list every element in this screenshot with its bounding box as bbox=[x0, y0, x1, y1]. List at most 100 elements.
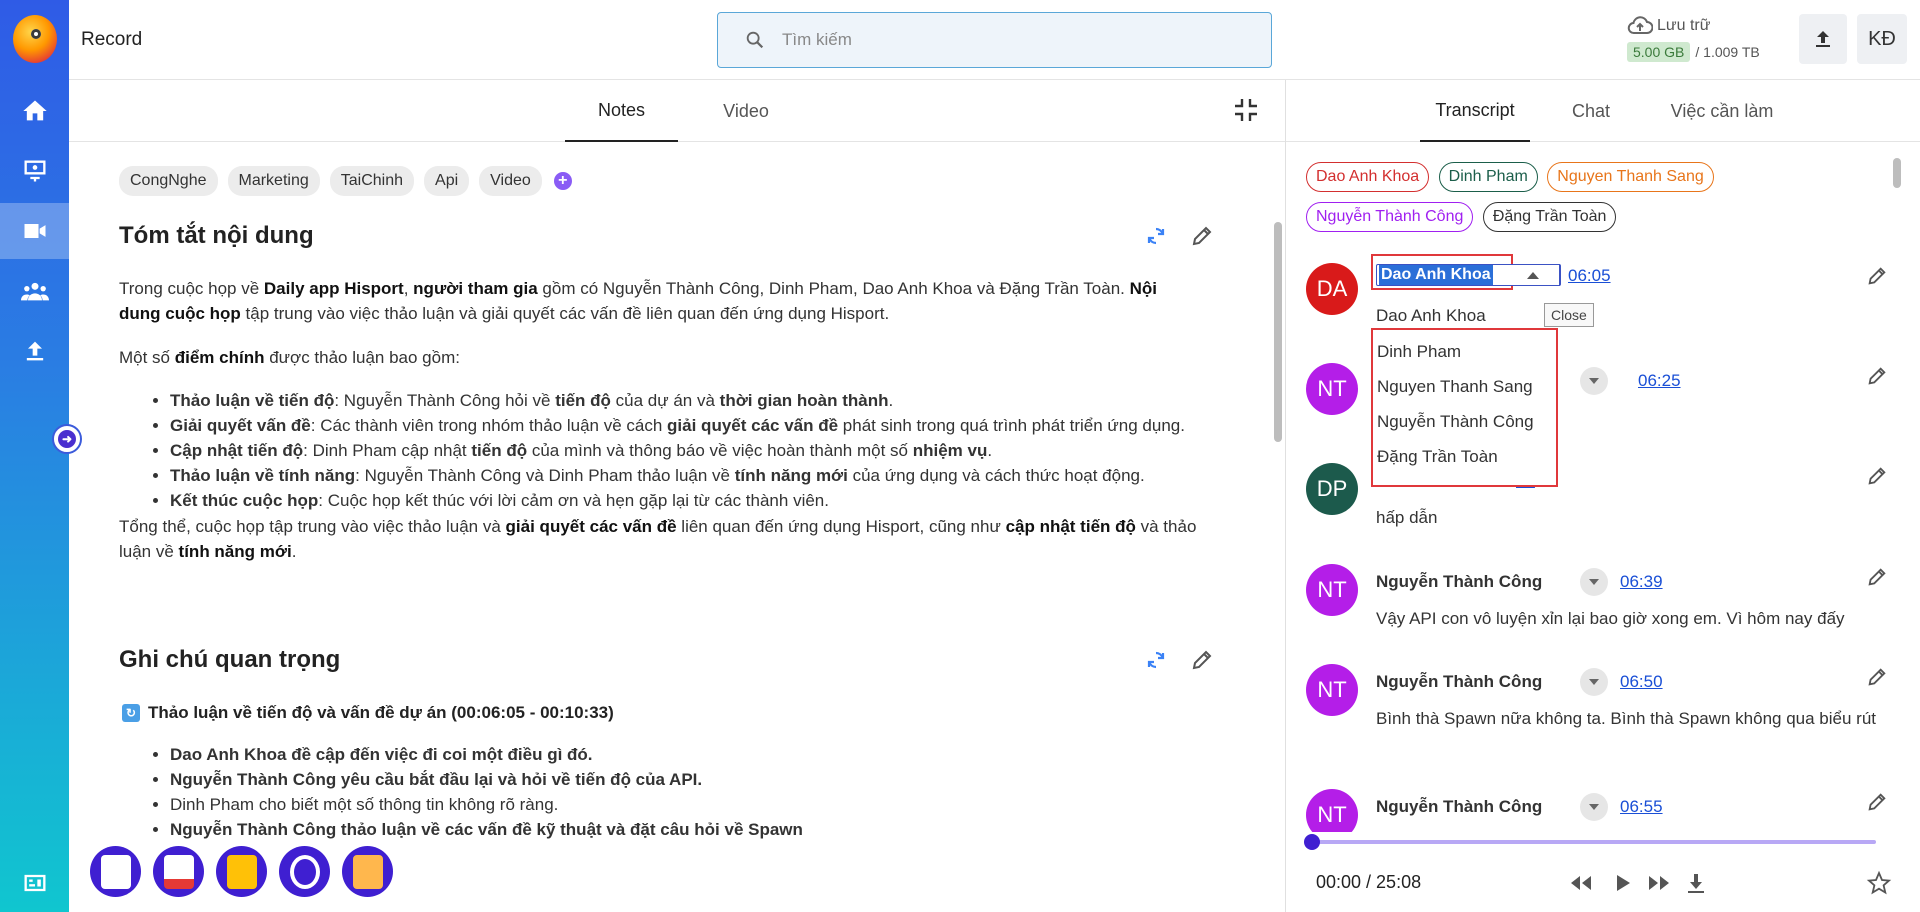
select-option[interactable]: Nguyen Thanh Sang bbox=[1377, 377, 1533, 397]
upload-nav[interactable] bbox=[0, 323, 69, 379]
tab-video[interactable]: Video bbox=[691, 80, 801, 142]
video-camera-icon bbox=[24, 224, 45, 238]
speaker-options-highlight: Dinh Pham Nguyen Thanh Sang Nguyễn Thành… bbox=[1371, 328, 1558, 487]
timestamp-link[interactable]: 06:25 bbox=[1638, 371, 1681, 391]
select-option[interactable]: Dao Anh Khoa bbox=[1376, 306, 1486, 326]
collapse-icon[interactable] bbox=[1232, 96, 1260, 124]
home-nav[interactable] bbox=[0, 83, 69, 139]
search-box[interactable] bbox=[717, 12, 1272, 68]
tab-chat[interactable]: Chat bbox=[1558, 80, 1624, 142]
billing-nav[interactable] bbox=[0, 855, 69, 911]
record-nav[interactable] bbox=[0, 203, 69, 259]
audio-player: 00:00 / 25:08 bbox=[1286, 832, 1920, 912]
email-button[interactable] bbox=[216, 846, 267, 897]
timestamp-link[interactable]: 06:05 bbox=[1568, 266, 1611, 286]
presentation-icon bbox=[24, 160, 45, 182]
edit-icon[interactable] bbox=[1866, 666, 1888, 688]
confluence-icon bbox=[289, 854, 320, 889]
speaker-chip[interactable]: Nguyen Thanh Sang bbox=[1547, 162, 1714, 192]
select-option[interactable]: Đặng Trần Toàn bbox=[1377, 447, 1498, 467]
storage-label: Lưu trữ bbox=[1657, 17, 1711, 34]
speaker-name: Nguyễn Thành Công bbox=[1376, 797, 1543, 816]
tab-notes[interactable]: Notes bbox=[565, 80, 678, 142]
speaker-chip[interactable]: Nguyễn Thành Công bbox=[1306, 202, 1474, 232]
tab-tasks[interactable]: Việc cần làm bbox=[1652, 80, 1792, 142]
team-nav[interactable] bbox=[0, 263, 69, 319]
notes-scrollbar[interactable] bbox=[1274, 222, 1282, 442]
progress-track[interactable] bbox=[1310, 840, 1876, 844]
speaker-chip[interactable]: Dinh Pham bbox=[1438, 162, 1538, 192]
storage-total: / 1.009 TB bbox=[1695, 44, 1760, 60]
tag-chip[interactable]: TaiChinh bbox=[329, 166, 415, 196]
upload-icon bbox=[26, 341, 43, 361]
confluence-button[interactable] bbox=[279, 846, 330, 897]
app-logo[interactable] bbox=[13, 15, 57, 63]
important-bullets: Dao Anh Khoa đề cập đến việc đi coi một … bbox=[170, 742, 1230, 842]
avatar: NT bbox=[1306, 564, 1358, 616]
list-item: Thảo luận về tính năng: Nguyễn Thành Côn… bbox=[170, 463, 1230, 488]
speaker-name: Nguyễn Thành Công bbox=[1376, 572, 1543, 591]
upload-doc-icon bbox=[352, 854, 383, 889]
refresh-icon[interactable] bbox=[1144, 224, 1168, 248]
avatar: DP bbox=[1306, 463, 1358, 515]
edit-icon[interactable] bbox=[1866, 465, 1888, 487]
add-tag-icon[interactable]: + bbox=[553, 172, 572, 190]
notes-tabs: Notes Video bbox=[69, 80, 1285, 142]
pdf-export-button[interactable] bbox=[153, 846, 204, 897]
transcript-text: há bbox=[1506, 405, 1920, 430]
list-item: Nguyễn Thành Công thảo luận về các vấn đ… bbox=[170, 817, 1230, 842]
sidebar bbox=[0, 0, 69, 912]
edit-icon[interactable] bbox=[1866, 791, 1888, 813]
edit-icon[interactable] bbox=[1866, 265, 1888, 287]
select-option[interactable]: Nguyễn Thành Công bbox=[1377, 412, 1534, 432]
tab-transcript[interactable]: Transcript bbox=[1420, 80, 1530, 142]
search-input[interactable] bbox=[782, 30, 1222, 50]
rewind-icon[interactable] bbox=[1568, 870, 1594, 896]
speaker-dropdown[interactable] bbox=[1580, 367, 1608, 395]
tag-chip[interactable]: Marketing bbox=[227, 166, 320, 196]
progress-knob[interactable] bbox=[1304, 834, 1320, 850]
edit-icon[interactable] bbox=[1190, 648, 1214, 672]
download-icon[interactable] bbox=[1683, 870, 1709, 896]
important-subheading: ↻ Thảo luận về tiến độ và vấn đề dự án (0… bbox=[122, 703, 614, 723]
transcript-scrollbar[interactable] bbox=[1893, 158, 1901, 188]
tag-chip[interactable]: Video bbox=[479, 166, 542, 196]
user-avatar-button[interactable]: KĐ bbox=[1857, 14, 1907, 64]
notes-icon bbox=[100, 854, 131, 889]
storage-info: Lưu trữ 5.00 GB / 1.009 TB bbox=[1627, 16, 1777, 62]
fast-forward-icon[interactable] bbox=[1646, 870, 1672, 896]
edit-icon[interactable] bbox=[1190, 224, 1214, 248]
group-icon bbox=[20, 282, 49, 301]
speaker-dropdown[interactable] bbox=[1580, 568, 1608, 596]
select-option[interactable]: Dinh Pham bbox=[1377, 342, 1461, 362]
refresh-icon[interactable] bbox=[1144, 648, 1168, 672]
edit-icon[interactable] bbox=[1866, 365, 1888, 387]
timestamp-link[interactable]: 06:39 bbox=[1620, 572, 1663, 592]
upload-export-button[interactable] bbox=[342, 846, 393, 897]
tag-chip[interactable]: CongNghe bbox=[119, 166, 218, 196]
speaker-select-value: Dao Anh Khoa bbox=[1379, 265, 1493, 285]
player-time: 00:00 / 25:08 bbox=[1316, 872, 1422, 892]
speaker-dropdown[interactable] bbox=[1580, 793, 1608, 821]
speaker-chip[interactable]: Đặng Trần Toàn bbox=[1482, 202, 1617, 232]
export-actions bbox=[90, 846, 393, 897]
meetings-nav[interactable] bbox=[0, 143, 69, 199]
speaker-dropdown[interactable] bbox=[1580, 668, 1608, 696]
transcript-text: Bình thà Spawn nữa không ta. Bình thà Sp… bbox=[1376, 709, 1877, 728]
tag-chip[interactable]: Api bbox=[424, 166, 470, 196]
upload-button[interactable] bbox=[1799, 14, 1847, 64]
play-icon[interactable] bbox=[1609, 870, 1635, 896]
star-icon[interactable] bbox=[1866, 870, 1892, 896]
speaker-chip[interactable]: Dao Anh Khoa bbox=[1306, 162, 1430, 192]
timestamp-link[interactable]: 06:55 bbox=[1620, 797, 1663, 817]
edit-icon[interactable] bbox=[1866, 566, 1888, 588]
select-caret-box[interactable] bbox=[1513, 264, 1560, 286]
notes-pane: Notes Video CongNghe Marketing TaiChinh … bbox=[69, 80, 1285, 912]
avatar: DA bbox=[1306, 263, 1358, 315]
list-item: Giải quyết vấn đề: Các thành viên trong … bbox=[170, 413, 1230, 438]
notes-export-button[interactable] bbox=[90, 846, 141, 897]
list-item: Dinh Pham cho biết một số thông tin khôn… bbox=[170, 792, 1230, 817]
timestamp-link[interactable]: 06:50 bbox=[1620, 672, 1663, 692]
expand-sidebar-button[interactable]: ➜ bbox=[52, 424, 82, 454]
close-tooltip: Close bbox=[1544, 303, 1594, 327]
